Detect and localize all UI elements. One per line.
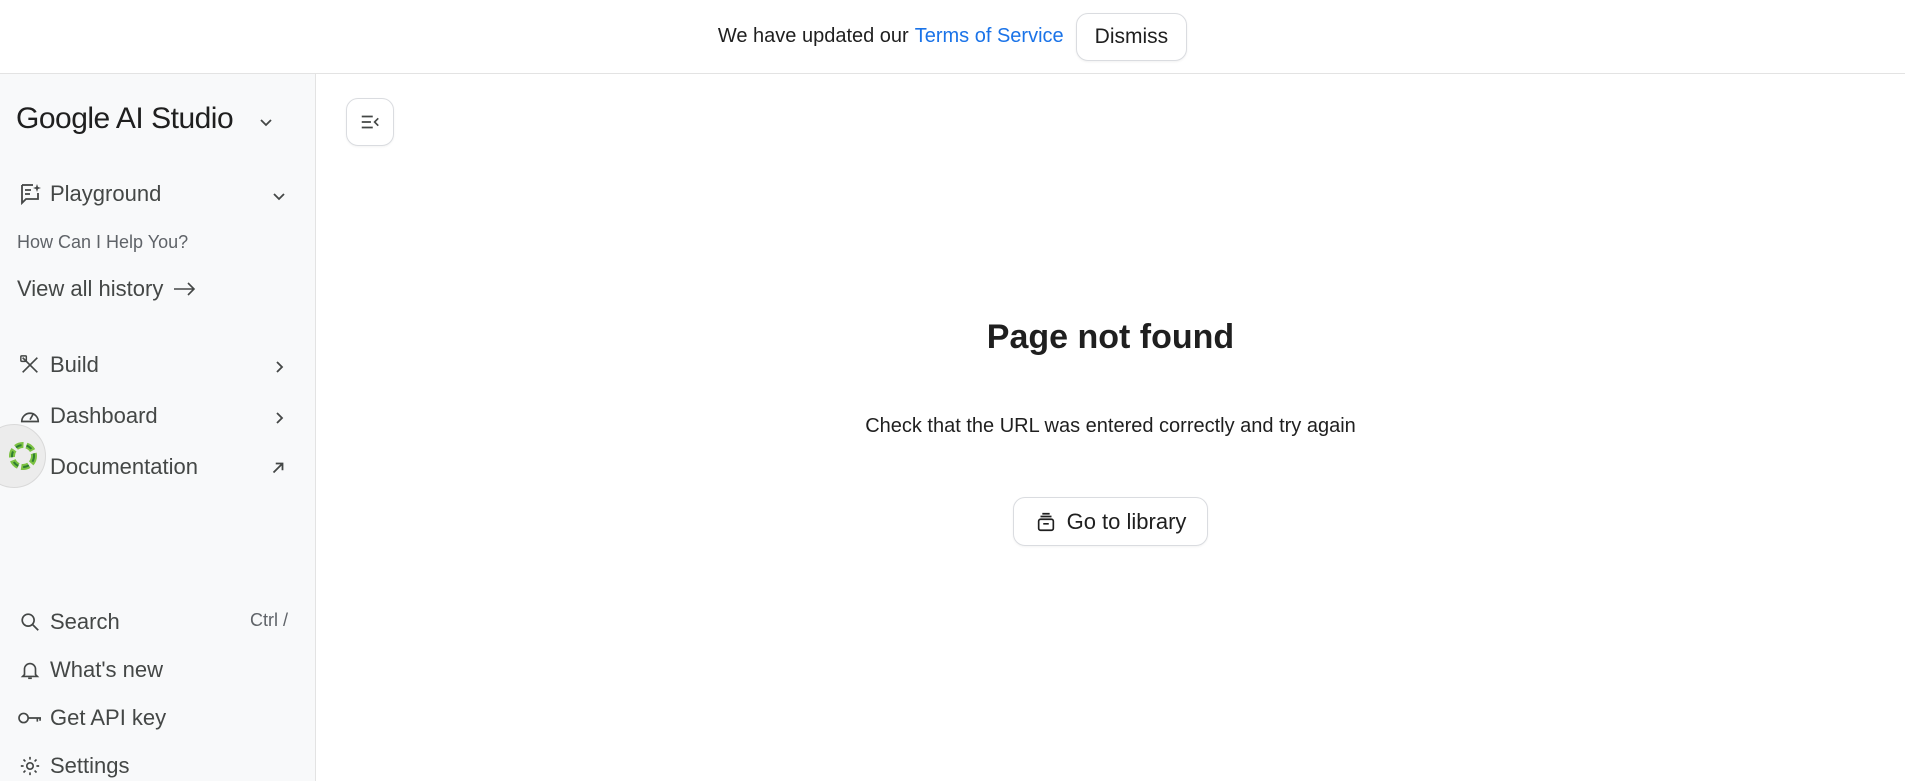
sidebar-item-label: Get API key bbox=[50, 705, 167, 730]
chevron-right-icon bbox=[271, 355, 287, 381]
search-shortcut: Ctrl / bbox=[250, 610, 288, 630]
playground-icon bbox=[17, 181, 43, 207]
sidebar-item-label: What's new bbox=[50, 657, 164, 682]
sidebar-item-build[interactable]: Build bbox=[17, 347, 287, 383]
brand-logo[interactable]: Google AI Studio bbox=[16, 102, 234, 136]
gear-icon bbox=[17, 753, 43, 779]
search-icon bbox=[17, 609, 43, 635]
go-to-library-button[interactable]: Go to library bbox=[1013, 497, 1208, 546]
dismiss-button[interactable]: Dismiss bbox=[1075, 12, 1188, 61]
terms-of-service-link[interactable]: Terms of Service bbox=[915, 25, 1064, 48]
sidebar-item-documentation[interactable]: Documentation bbox=[17, 449, 287, 485]
sidebar-item-label: Documentation bbox=[50, 454, 198, 479]
library-button-label: Go to library bbox=[1066, 508, 1187, 534]
terms-banner: We have updated our Terms of Service Dis… bbox=[0, 0, 1905, 74]
page-subtitle: Check that the URL was entered correctly… bbox=[865, 415, 1356, 437]
build-tools-icon bbox=[17, 352, 43, 378]
chevron-down-icon[interactable] bbox=[271, 184, 287, 210]
sidebar-item-playground[interactable]: Playground bbox=[17, 176, 287, 212]
key-icon bbox=[17, 705, 43, 731]
sidebar-item-label: Dashboard bbox=[50, 403, 158, 428]
sidebar-item-label: Settings bbox=[50, 753, 130, 778]
sidebar-item-label: Search bbox=[50, 609, 120, 634]
chevron-down-icon[interactable] bbox=[258, 114, 274, 135]
chevron-right-icon bbox=[271, 406, 287, 432]
sidebar-item-api-key[interactable]: Get API key bbox=[17, 700, 287, 736]
external-link-icon bbox=[269, 457, 287, 483]
loading-ring-icon bbox=[9, 442, 37, 470]
sidebar-item-search[interactable]: Search Ctrl / bbox=[17, 604, 288, 640]
sidebar-item-dashboard[interactable]: Dashboard bbox=[17, 398, 287, 434]
view-all-history-link[interactable]: View all history bbox=[17, 276, 197, 302]
bell-icon bbox=[17, 657, 43, 683]
collapse-menu-icon bbox=[361, 115, 379, 129]
arrow-right-icon bbox=[174, 282, 196, 296]
banner-message: We have updated our bbox=[717, 25, 909, 47]
page-title: Page not found bbox=[986, 318, 1235, 356]
sidebar-item-settings[interactable]: Settings bbox=[17, 748, 287, 781]
library-icon bbox=[1037, 512, 1054, 531]
sidebar-item-label: Build bbox=[50, 352, 99, 377]
sidebar-item-whats-new[interactable]: What's new bbox=[17, 652, 287, 688]
sidebar-item-label: Playground bbox=[50, 181, 162, 206]
collapse-sidebar-button[interactable] bbox=[346, 98, 394, 146]
sidebar: Google AI Studio Playground How Can I He… bbox=[0, 74, 316, 781]
view-history-label: View all history bbox=[17, 276, 164, 301]
history-item[interactable]: How Can I Help You? bbox=[17, 232, 188, 253]
